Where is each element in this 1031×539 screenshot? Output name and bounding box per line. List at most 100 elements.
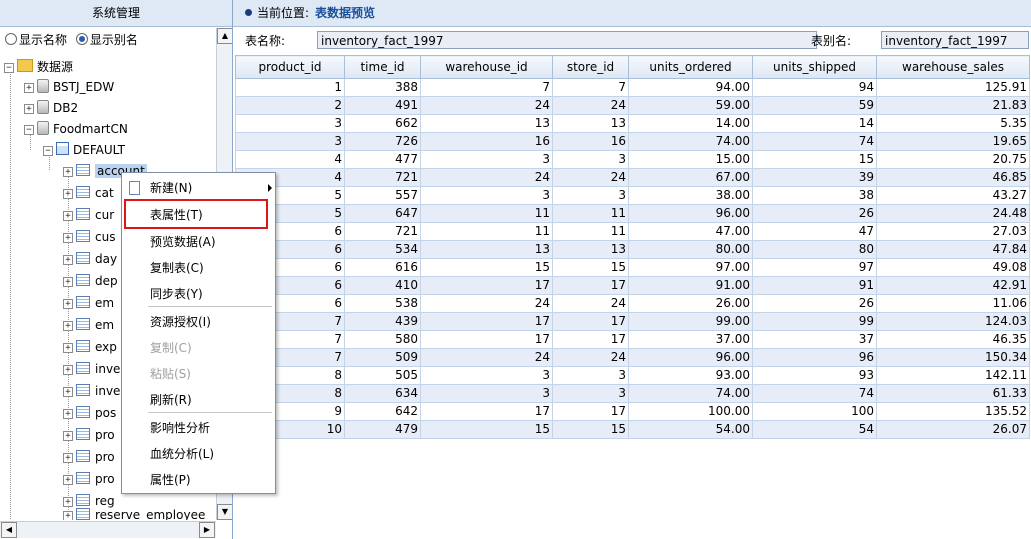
table-row[interactable]: 1 388 7 7 94.00 94 125.91 bbox=[235, 78, 1030, 97]
expand-icon[interactable]: + bbox=[63, 167, 73, 177]
tree-node-table[interactable]: + inve bbox=[63, 382, 120, 400]
tree-node-datasource[interactable]: + DB2 bbox=[24, 99, 78, 117]
collapse-icon[interactable]: − bbox=[43, 146, 53, 156]
table-row[interactable]: 4 721 24 24 67.00 39 46.85 bbox=[235, 168, 1030, 187]
table-row[interactable]: 4 477 3 3 15.00 15 20.75 bbox=[235, 150, 1030, 169]
table-row[interactable]: 5 647 11 11 96.00 26 24.48 bbox=[235, 204, 1030, 223]
tree-node-table[interactable]: + cat bbox=[63, 184, 114, 202]
table-row[interactable]: 6 534 13 13 80.00 80 47.84 bbox=[235, 240, 1030, 259]
tree-node-table[interactable]: + em bbox=[63, 316, 114, 334]
table-label: reserve_employee bbox=[95, 508, 206, 520]
table-cell: 477 bbox=[344, 150, 421, 169]
tree-node-schema[interactable]: − DEFAULT bbox=[43, 141, 125, 159]
expand-icon[interactable]: + bbox=[63, 343, 73, 353]
table-row[interactable]: 6 721 11 11 47.00 47 27.03 bbox=[235, 222, 1030, 241]
tree-node-table[interactable]: + inve bbox=[63, 360, 120, 378]
table-row[interactable]: 8 505 3 3 93.00 93 142.11 bbox=[235, 366, 1030, 385]
table-row[interactable]: 5 557 3 3 38.00 38 43.27 bbox=[235, 186, 1030, 205]
scroll-left-icon[interactable]: ◀ bbox=[1, 522, 17, 538]
tree-node-table[interactable]: + dep bbox=[63, 272, 118, 290]
table-cell: 24 bbox=[420, 348, 553, 367]
column-header[interactable]: units_shipped bbox=[752, 55, 877, 79]
column-header[interactable]: product_id bbox=[235, 55, 345, 79]
expand-icon[interactable]: + bbox=[63, 453, 73, 463]
radio-selected-icon[interactable] bbox=[75, 33, 88, 45]
menu-item-sync-table[interactable]: 同步表(Y) bbox=[122, 282, 275, 306]
menu-item-preview-data[interactable]: 预览数据(A) bbox=[122, 230, 275, 254]
collapse-icon[interactable]: − bbox=[4, 63, 14, 73]
menu-item-properties[interactable]: 属性(P) bbox=[122, 468, 275, 492]
expand-icon[interactable]: + bbox=[63, 211, 73, 221]
table-name-field[interactable]: inventory_fact_1997 bbox=[317, 31, 817, 49]
expand-icon[interactable]: + bbox=[63, 431, 73, 441]
expand-icon[interactable]: + bbox=[63, 233, 73, 243]
table-cell: 38.00 bbox=[628, 186, 753, 205]
menu-item-resource-auth[interactable]: 资源授权(I) bbox=[122, 310, 275, 334]
collapse-icon[interactable]: − bbox=[24, 125, 34, 135]
tree-node-table[interactable]: + cus bbox=[63, 228, 115, 246]
tree-node-table[interactable]: + exp bbox=[63, 338, 117, 356]
tree-node-table[interactable]: + em bbox=[63, 294, 114, 312]
table-row[interactable]: 8 634 3 3 74.00 74 61.33 bbox=[235, 384, 1030, 403]
scroll-up-icon[interactable]: ▲ bbox=[217, 28, 232, 44]
scroll-down-icon[interactable]: ▼ bbox=[217, 504, 232, 520]
tree-node-table[interactable]: + pos bbox=[63, 404, 116, 422]
expand-icon[interactable]: + bbox=[24, 83, 34, 93]
table-label: cus bbox=[95, 230, 116, 244]
column-header[interactable]: warehouse_sales bbox=[876, 55, 1030, 79]
tree-node-table[interactable]: + pro bbox=[63, 448, 115, 466]
table-row[interactable]: 3 726 16 16 74.00 74 19.65 bbox=[235, 132, 1030, 151]
table-cell: 538 bbox=[344, 294, 421, 313]
menu-item-lineage-analysis[interactable]: 血统分析(L) bbox=[122, 442, 275, 466]
table-row[interactable]: 3 662 13 13 14.00 14 5.35 bbox=[235, 114, 1030, 133]
expand-icon[interactable]: + bbox=[63, 475, 73, 485]
tree-horizontal-scrollbar[interactable]: ◀ ▶ bbox=[0, 521, 216, 538]
tree-node-table[interactable]: + reserve_employee bbox=[63, 506, 205, 520]
column-header[interactable]: units_ordered bbox=[628, 55, 753, 79]
alias-field[interactable]: inventory_fact_1997 bbox=[881, 31, 1029, 49]
table-row[interactable]: 6 616 15 15 97.00 97 49.08 bbox=[235, 258, 1030, 277]
tree-node-root[interactable]: − 数据源 bbox=[4, 58, 73, 76]
tree-node-table[interactable]: + pro bbox=[63, 426, 115, 444]
menu-item-new[interactable]: 新建(N) bbox=[122, 176, 275, 200]
menu-item-table-properties[interactable]: 表属性(T) bbox=[122, 203, 275, 227]
expand-icon[interactable]: + bbox=[63, 409, 73, 419]
table-icon bbox=[76, 406, 90, 418]
table-row[interactable]: 9 642 17 17 100.00 100 135.52 bbox=[235, 402, 1030, 421]
data-table: product_id time_id warehouse_id store_id uni… bbox=[235, 55, 1030, 439]
menu-item-refresh[interactable]: 刷新(R) bbox=[122, 388, 275, 412]
table-row[interactable]: 7 439 17 17 99.00 99 124.03 bbox=[235, 312, 1030, 331]
expand-icon[interactable]: + bbox=[63, 299, 73, 309]
tree-node-table[interactable]: + cur bbox=[63, 206, 114, 224]
column-header[interactable]: store_id bbox=[552, 55, 629, 79]
table-row[interactable]: 7 580 17 17 37.00 37 46.35 bbox=[235, 330, 1030, 349]
column-header[interactable]: time_id bbox=[344, 55, 421, 79]
radio-icon[interactable] bbox=[5, 33, 17, 45]
table-row[interactable]: 10 479 15 15 54.00 54 26.07 bbox=[235, 420, 1030, 439]
menu-item-impact-analysis[interactable]: 影响性分析 bbox=[122, 416, 275, 440]
tree-node-datasource[interactable]: − FoodmartCN bbox=[24, 120, 128, 138]
expand-icon[interactable]: + bbox=[63, 365, 73, 375]
option-show-alias[interactable]: 显示别名 bbox=[71, 33, 138, 47]
option-show-name[interactable]: 显示名称 bbox=[0, 33, 67, 47]
table-row[interactable]: 6 538 24 24 26.00 26 11.06 bbox=[235, 294, 1030, 313]
expand-icon[interactable]: + bbox=[63, 511, 73, 520]
expand-icon[interactable]: + bbox=[63, 255, 73, 265]
expand-icon[interactable]: + bbox=[63, 387, 73, 397]
tree-node-datasource[interactable]: + BSTJ_EDW bbox=[24, 78, 114, 96]
column-header[interactable]: warehouse_id bbox=[420, 55, 553, 79]
scroll-right-icon[interactable]: ▶ bbox=[199, 522, 215, 538]
expand-icon[interactable]: + bbox=[63, 277, 73, 287]
table-row[interactable]: 2 491 24 24 59.00 59 21.83 bbox=[235, 96, 1030, 115]
table-row[interactable]: 7 509 24 24 96.00 96 150.34 bbox=[235, 348, 1030, 367]
table-cell: 479 bbox=[344, 420, 421, 439]
tree-node-table[interactable]: + pro bbox=[63, 470, 115, 488]
expand-icon[interactable]: + bbox=[63, 189, 73, 199]
menu-item-copy-table[interactable]: 复制表(C) bbox=[122, 256, 275, 280]
table-row[interactable]: 6 410 17 17 91.00 91 42.91 bbox=[235, 276, 1030, 295]
table-cell: 616 bbox=[344, 258, 421, 277]
expand-icon[interactable]: + bbox=[24, 104, 34, 114]
expand-icon[interactable]: + bbox=[63, 321, 73, 331]
tree-node-table[interactable]: + day bbox=[63, 250, 117, 268]
table-cell: 17 bbox=[552, 330, 629, 349]
